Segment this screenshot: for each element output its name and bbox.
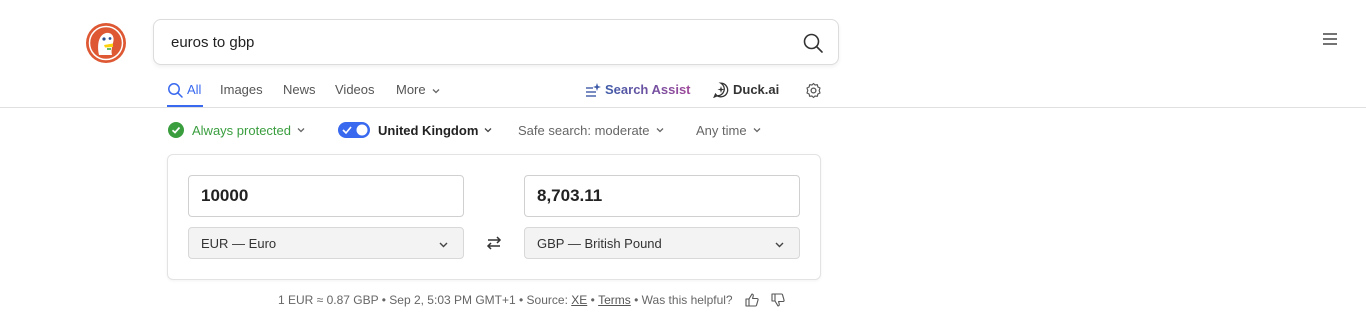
- region-label: United Kingdom: [378, 122, 479, 138]
- thumbs-up-icon[interactable]: [745, 293, 759, 307]
- search-icon: [168, 83, 183, 98]
- protection-label: Always protected: [192, 122, 291, 138]
- currency-converter: 10000 8,703.11 EUR — Euro GBP — British …: [167, 154, 821, 280]
- search-input[interactable]: euros to gbp: [171, 34, 254, 51]
- duckduckgo-logo[interactable]: [85, 22, 127, 64]
- helpful-prompt: • Was this helpful?: [630, 293, 733, 307]
- chevron-down-icon: [484, 128, 492, 133]
- terms-link[interactable]: Terms: [598, 293, 631, 307]
- safe-search-filter[interactable]: Safe search: moderate: [518, 120, 665, 140]
- protection-filter[interactable]: Always protected: [168, 120, 306, 140]
- swap-currencies-icon[interactable]: [486, 235, 502, 251]
- source-link[interactable]: XE: [571, 293, 587, 307]
- region-toggle[interactable]: [338, 122, 370, 138]
- tab-more[interactable]: More: [396, 76, 441, 107]
- to-amount-input[interactable]: 8,703.11: [524, 175, 800, 217]
- search-icon[interactable]: [802, 32, 824, 54]
- duck-ai-icon: [713, 82, 729, 98]
- chevron-down-icon: [753, 128, 761, 133]
- search-assist-label: Search Assist: [605, 82, 691, 97]
- thumbs-down-icon[interactable]: [771, 293, 785, 307]
- safe-search-label: Safe search: moderate: [518, 122, 650, 138]
- search-assist-icon: [586, 83, 601, 97]
- tab-news-label: News: [283, 82, 316, 97]
- tab-more-label: More: [396, 82, 426, 97]
- region-filter[interactable]: United Kingdom: [338, 120, 493, 140]
- to-currency-select[interactable]: GBP — British Pound: [524, 227, 800, 259]
- from-amount-input[interactable]: 10000: [188, 175, 464, 217]
- from-currency-select[interactable]: EUR — Euro: [188, 227, 464, 259]
- check-circle-icon: [168, 122, 184, 138]
- header-divider: [0, 107, 1366, 108]
- tab-videos-label: Videos: [335, 82, 375, 97]
- search-tabs: All Images News Videos More Search Assis…: [167, 76, 1366, 107]
- settings-button[interactable]: [805, 76, 822, 107]
- gear-icon: [806, 82, 821, 99]
- hamburger-menu-icon[interactable]: [1321, 30, 1339, 48]
- time-label: Any time: [696, 122, 747, 138]
- tab-videos[interactable]: Videos: [335, 76, 375, 107]
- tab-news[interactable]: News: [283, 76, 316, 107]
- search-assist-button[interactable]: Search Assist: [585, 76, 691, 107]
- duck-ai-label: Duck.ai: [733, 82, 780, 97]
- chevron-down-icon: [656, 128, 663, 133]
- tab-images-label: Images: [220, 82, 263, 97]
- to-currency-label: GBP — British Pound: [537, 236, 662, 251]
- from-currency-label: EUR — Euro: [201, 236, 277, 251]
- duck-ai-button[interactable]: Duck.ai: [713, 76, 779, 107]
- rate-footer: 1 EUR ≈ 0.87 GBP • Sep 2, 5:03 PM GMT+1 …: [278, 292, 785, 308]
- tab-all[interactable]: All: [167, 76, 204, 107]
- chevron-down-icon: [297, 128, 305, 133]
- footer-separator: •: [587, 293, 599, 307]
- chevron-down-icon: [775, 242, 784, 248]
- tab-images[interactable]: Images: [220, 76, 263, 107]
- chevron-down-icon: [432, 89, 440, 94]
- time-filter[interactable]: Any time: [696, 120, 762, 140]
- tab-all-label: All: [187, 82, 202, 97]
- search-box[interactable]: euros to gbp: [153, 19, 839, 65]
- chevron-down-icon: [439, 242, 448, 248]
- rate-info: 1 EUR ≈ 0.87 GBP • Sep 2, 5:03 PM GMT+1 …: [278, 293, 572, 307]
